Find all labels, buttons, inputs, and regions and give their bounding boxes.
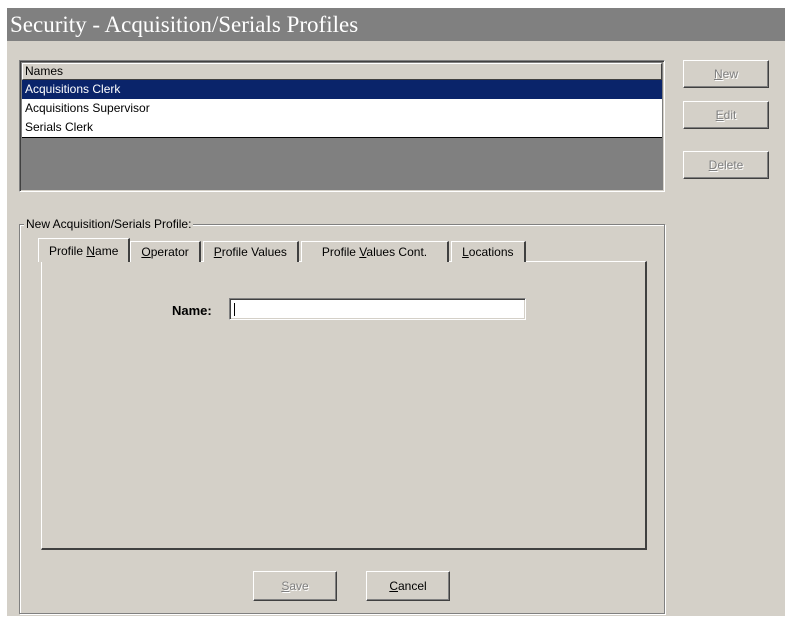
new-button-label-post: ew: [722, 67, 738, 81]
text-caret: [234, 303, 235, 316]
tab-operator[interactable]: Operator: [130, 241, 201, 262]
edit-button[interactable]: Edit: [683, 101, 769, 129]
names-column-header[interactable]: Names: [22, 63, 662, 80]
profiles-window: Security - Acquisition/Serials Profiles …: [7, 8, 785, 616]
name-label: Name:: [172, 303, 212, 318]
delete-button-mnemonic: D: [708, 158, 718, 172]
group-label: New Acquisition/Serials Profile:: [24, 217, 194, 231]
tab-page-profile-name: Name:: [41, 261, 647, 550]
tab-mnemonic: L: [462, 245, 469, 259]
cancel-button-label-post: ancel: [397, 579, 427, 593]
save-button[interactable]: Save: [253, 571, 337, 601]
cancel-button-mnemonic: C: [389, 579, 398, 593]
tab-label-post: ame: [95, 244, 119, 258]
save-button-label-post: ave: [289, 579, 309, 593]
list-item-acquisitions-supervisor[interactable]: Acquisitions Supervisor: [22, 99, 662, 118]
tab-label-pre: Profile: [321, 245, 360, 259]
tab-label-pre: Profile: [49, 244, 87, 258]
tab-locations[interactable]: Locations: [451, 241, 526, 262]
tab-strip: Profile Name Operator Profile Values Pro…: [38, 238, 528, 262]
tab-mnemonic: O: [141, 245, 151, 259]
tab-mnemonic: N: [86, 244, 96, 258]
new-button-mnemonic: N: [713, 67, 723, 81]
new-profile-group: New Acquisition/Serials Profile: Name: P…: [19, 217, 665, 614]
delete-button-label-post: elete: [717, 158, 744, 172]
edit-button-label-post: dit: [723, 108, 737, 122]
tab-profile-values[interactable]: Profile Values: [202, 241, 299, 262]
tab-profile-name[interactable]: Profile Name: [38, 238, 131, 262]
new-button[interactable]: New: [683, 60, 769, 88]
tab-label-post: ocations: [468, 245, 514, 259]
tab-label-post: alues Cont.: [366, 245, 428, 259]
cancel-button[interactable]: Cancel: [366, 571, 450, 601]
names-list[interactable]: Names Acquisitions Clerk Acquisitions Su…: [19, 60, 665, 192]
delete-button[interactable]: Delete: [683, 151, 769, 179]
list-item-acquisitions-clerk[interactable]: Acquisitions Clerk: [22, 80, 662, 99]
edit-button-mnemonic: E: [715, 108, 724, 122]
tab-label-post: rofile Values: [221, 245, 287, 259]
name-input[interactable]: [229, 298, 526, 320]
window-title: Security - Acquisition/Serials Profiles: [7, 8, 785, 41]
tab-profile-values-cont[interactable]: Profile Values Cont.: [300, 241, 450, 262]
list-item-serials-clerk[interactable]: Serials Clerk: [22, 118, 662, 137]
tab-mnemonic: P: [213, 245, 222, 259]
tab-label-post: perator: [150, 245, 189, 259]
